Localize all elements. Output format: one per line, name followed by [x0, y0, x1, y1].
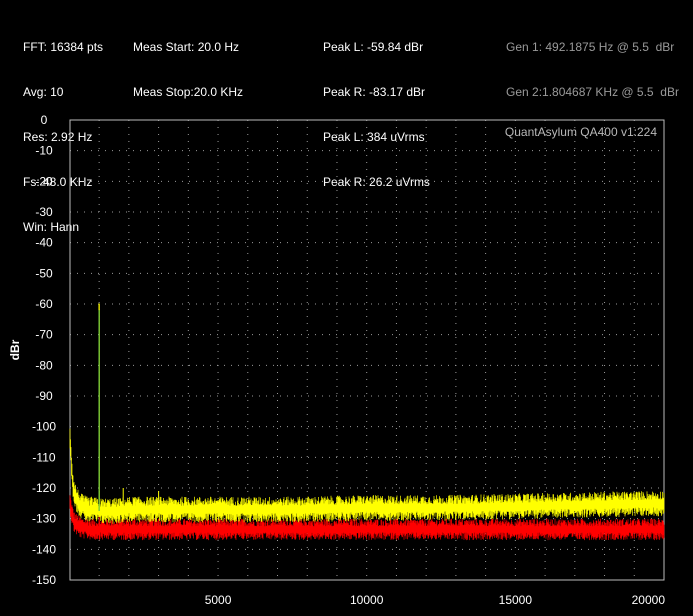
x-tick-label: 20000 — [632, 593, 666, 607]
y-tick-label: -50 — [35, 266, 53, 280]
y-tick-label: -120 — [32, 481, 56, 495]
x-tick-label: 15000 — [499, 593, 533, 607]
y-tick-label: -130 — [32, 512, 56, 526]
y-tick-label: 0 — [41, 113, 48, 127]
y-tick-label: -150 — [32, 573, 56, 587]
y-tick-label: -20 — [35, 174, 53, 188]
y-tick-label: -60 — [35, 297, 53, 311]
y-tick-label: -110 — [32, 450, 55, 464]
y-tick-label: -140 — [32, 542, 56, 556]
x-tick-label: 10000 — [350, 593, 384, 607]
x-tick-label: 5000 — [205, 593, 232, 607]
y-tick-label: -40 — [35, 236, 53, 250]
watermark: QuantAsylum QA400 v1:224 — [505, 125, 657, 139]
x-tick-labels: 5000 10000 15000 20000 — [205, 593, 666, 607]
y-tick-label: -70 — [35, 328, 53, 342]
y-tick-label: -30 — [35, 205, 53, 219]
y-tick-label: -90 — [35, 389, 53, 403]
y-tick-label: -80 — [35, 358, 53, 372]
y-axis-label: dBr — [8, 339, 22, 360]
y-tick-label: -100 — [32, 420, 56, 434]
y-tick-label: -10 — [35, 144, 53, 158]
y-tick-labels: 0 -10 -20 -30 -40 -50 -60 -70 -80 -90 -100 -110 -120… — [32, 113, 56, 587]
spectrum-chart[interactable]: 0 -10 -20 -30 -40 -50 -60 -70 -80 -90 -100 -110 -120… — [0, 0, 693, 616]
